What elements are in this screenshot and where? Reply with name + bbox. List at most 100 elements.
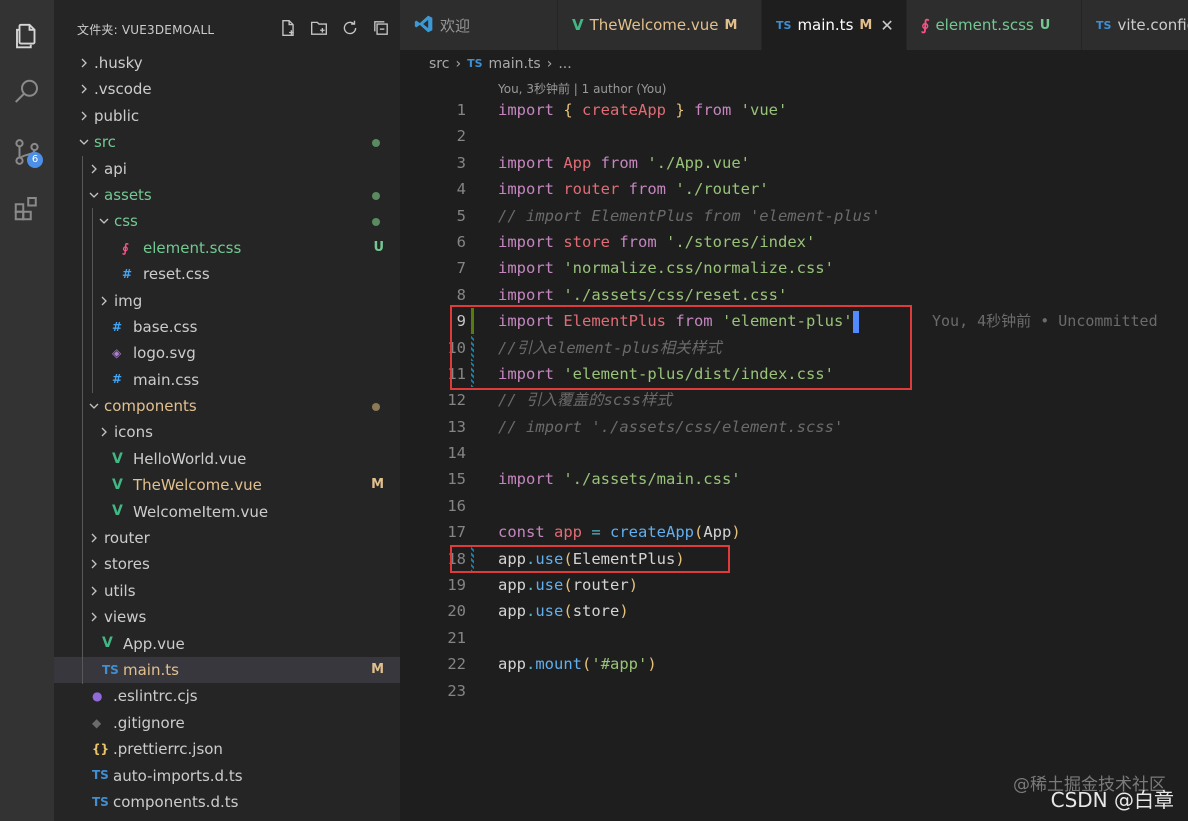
folder-item[interactable]: router <box>54 525 400 551</box>
line-number: 6 <box>456 232 466 251</box>
code-line[interactable]: 15 import './assets/main.css' <box>400 466 1188 492</box>
code-line[interactable]: 2 <box>400 123 1188 149</box>
folder-item[interactable]: views <box>54 604 400 630</box>
collapse-all-icon[interactable] <box>370 17 392 39</box>
file-item[interactable]: V HelloWorld.vue <box>54 446 400 472</box>
folder-item[interactable]: public <box>54 103 400 129</box>
code-line[interactable]: 22 app.mount('#app') <box>400 651 1188 677</box>
code-line[interactable]: 7 import 'normalize.css/normalize.css' <box>400 255 1188 281</box>
file-item[interactable]: ◈ logo.svg <box>54 340 400 366</box>
tab-vite-config[interactable]: TS vite.config <box>1082 0 1188 50</box>
code-line[interactable]: 16 <box>400 493 1188 519</box>
code-line[interactable]: 3 import App from './App.vue' <box>400 150 1188 176</box>
file-item[interactable]: V TheWelcome.vue M <box>54 472 400 498</box>
file-item[interactable]: TS auto-imports.d.ts <box>54 763 400 789</box>
folder-item[interactable]: css <box>54 208 400 234</box>
file-item[interactable]: {} .prettierrc.json <box>54 736 400 762</box>
folder-item[interactable]: icons <box>54 419 400 445</box>
file-item[interactable]: # base.css <box>54 314 400 340</box>
folder-item[interactable]: components <box>54 393 400 419</box>
code-line[interactable]: 14 <box>400 440 1188 466</box>
scss-file-icon: ∮ <box>122 240 129 255</box>
source-control-icon[interactable] <box>0 128 54 176</box>
code-token: const <box>498 523 554 542</box>
line-number: 17 <box>447 523 466 542</box>
extensions-icon[interactable] <box>0 184 54 232</box>
chevron-down-icon <box>96 208 112 234</box>
tab--[interactable]: 欢迎 <box>400 0 558 50</box>
breadcrumb-file[interactable]: main.ts <box>489 52 541 76</box>
folder-item[interactable]: src <box>54 129 400 155</box>
file-item[interactable]: ◆ .gitignore <box>54 710 400 736</box>
code-token: from <box>619 180 676 199</box>
code-token: from <box>591 153 648 172</box>
tree-item-label: WelcomeItem.vue <box>133 502 269 521</box>
file-item[interactable]: ∮ element.scss U <box>54 235 400 261</box>
code-line[interactable]: 1 import { createApp } from 'vue' <box>400 97 1188 123</box>
tab-label: 欢迎 <box>440 16 471 35</box>
code-line[interactable]: 6 import store from './stores/index' <box>400 229 1188 255</box>
file-item[interactable]: TS main.ts M <box>54 656 400 684</box>
code-token: './App.vue' <box>647 153 750 172</box>
file-item[interactable]: ● .eslintrc.cjs <box>54 683 400 709</box>
modified-dot <box>372 191 380 200</box>
code-editor[interactable]: 1 import { createApp } from 'vue' 2 3 import… <box>400 97 1188 704</box>
folder-item[interactable]: stores <box>54 551 400 577</box>
folder-item[interactable]: assets <box>54 182 400 208</box>
file-item[interactable]: # reset.css <box>54 261 400 287</box>
new-file-icon[interactable] <box>277 17 299 39</box>
code-line[interactable]: 4 import router from './router' <box>400 176 1188 202</box>
chevron-down-icon <box>86 182 102 208</box>
folder-item[interactable]: api <box>54 156 400 182</box>
code-token: from <box>684 101 741 119</box>
chevron-right-icon <box>96 288 112 314</box>
json-file-icon: {} <box>92 741 110 756</box>
file-item[interactable]: V WelcomeItem.vue <box>54 499 400 525</box>
tree-item-label: stores <box>104 555 150 574</box>
code-line[interactable]: 12 // 引入覆盖的scss样式 <box>400 387 1188 413</box>
codelens-author[interactable]: You, 3秒钟前 | 1 author (You) <box>498 80 666 97</box>
line-number: 21 <box>447 628 466 647</box>
folder-item[interactable]: .husky <box>54 50 400 76</box>
modified-dot <box>372 139 380 148</box>
code-text: import { createApp } from 'vue' <box>498 97 787 123</box>
code-token: createApp <box>610 523 694 542</box>
refresh-icon[interactable] <box>339 17 361 39</box>
tab-main-ts[interactable]: TS main.ts M ✕ <box>762 0 907 50</box>
search-icon[interactable] <box>0 68 54 116</box>
code-token: createApp <box>582 101 666 119</box>
code-line[interactable]: 23 <box>400 678 1188 704</box>
folder-item[interactable]: img <box>54 288 400 314</box>
tree-item-label: logo.svg <box>133 344 196 363</box>
folder-item[interactable]: .vscode <box>54 76 400 102</box>
breadcrumb-more[interactable]: ... <box>558 52 571 76</box>
code-line[interactable]: 13 // import './assets/css/element.scss' <box>400 414 1188 440</box>
code-line[interactable]: 21 <box>400 625 1188 651</box>
git-file-icon: ◆ <box>92 715 102 730</box>
code-line[interactable]: 17 const app = createApp(App) <box>400 519 1188 545</box>
code-token: router <box>563 180 620 199</box>
file-item[interactable]: V App.vue <box>54 631 400 657</box>
code-token: mount <box>535 655 583 674</box>
file-item[interactable]: # main.css <box>54 367 400 393</box>
tab-label: vite.config <box>1117 16 1188 34</box>
breadcrumb-folder[interactable]: src <box>429 52 449 76</box>
code-line[interactable]: 5 // import ElementPlus from 'element-plu… <box>400 203 1188 229</box>
line-number: 3 <box>456 153 466 172</box>
code-token: import <box>498 153 564 172</box>
code-line[interactable]: 20 app.use(store) <box>400 598 1188 624</box>
line-number: 4 <box>456 180 466 199</box>
folder-item[interactable]: utils <box>54 578 400 604</box>
new-folder-icon[interactable] <box>308 17 330 39</box>
tab-element-scss[interactable]: ∮ element.scss U <box>907 0 1082 50</box>
tree-item-label: icons <box>114 423 153 442</box>
tree-item-label: TheWelcome.vue <box>133 476 262 495</box>
tree-item-label: router <box>104 529 150 548</box>
modified-dot <box>372 218 380 227</box>
highlight-box <box>450 305 912 390</box>
explorer-icon[interactable] <box>0 12 54 60</box>
file-item[interactable]: TS components.d.ts <box>54 789 400 815</box>
close-icon[interactable]: ✕ <box>880 16 893 35</box>
code-line[interactable]: 19 app.use(router) <box>400 572 1188 598</box>
tab-thewelcome-vue[interactable]: V TheWelcome.vue M <box>558 0 762 50</box>
